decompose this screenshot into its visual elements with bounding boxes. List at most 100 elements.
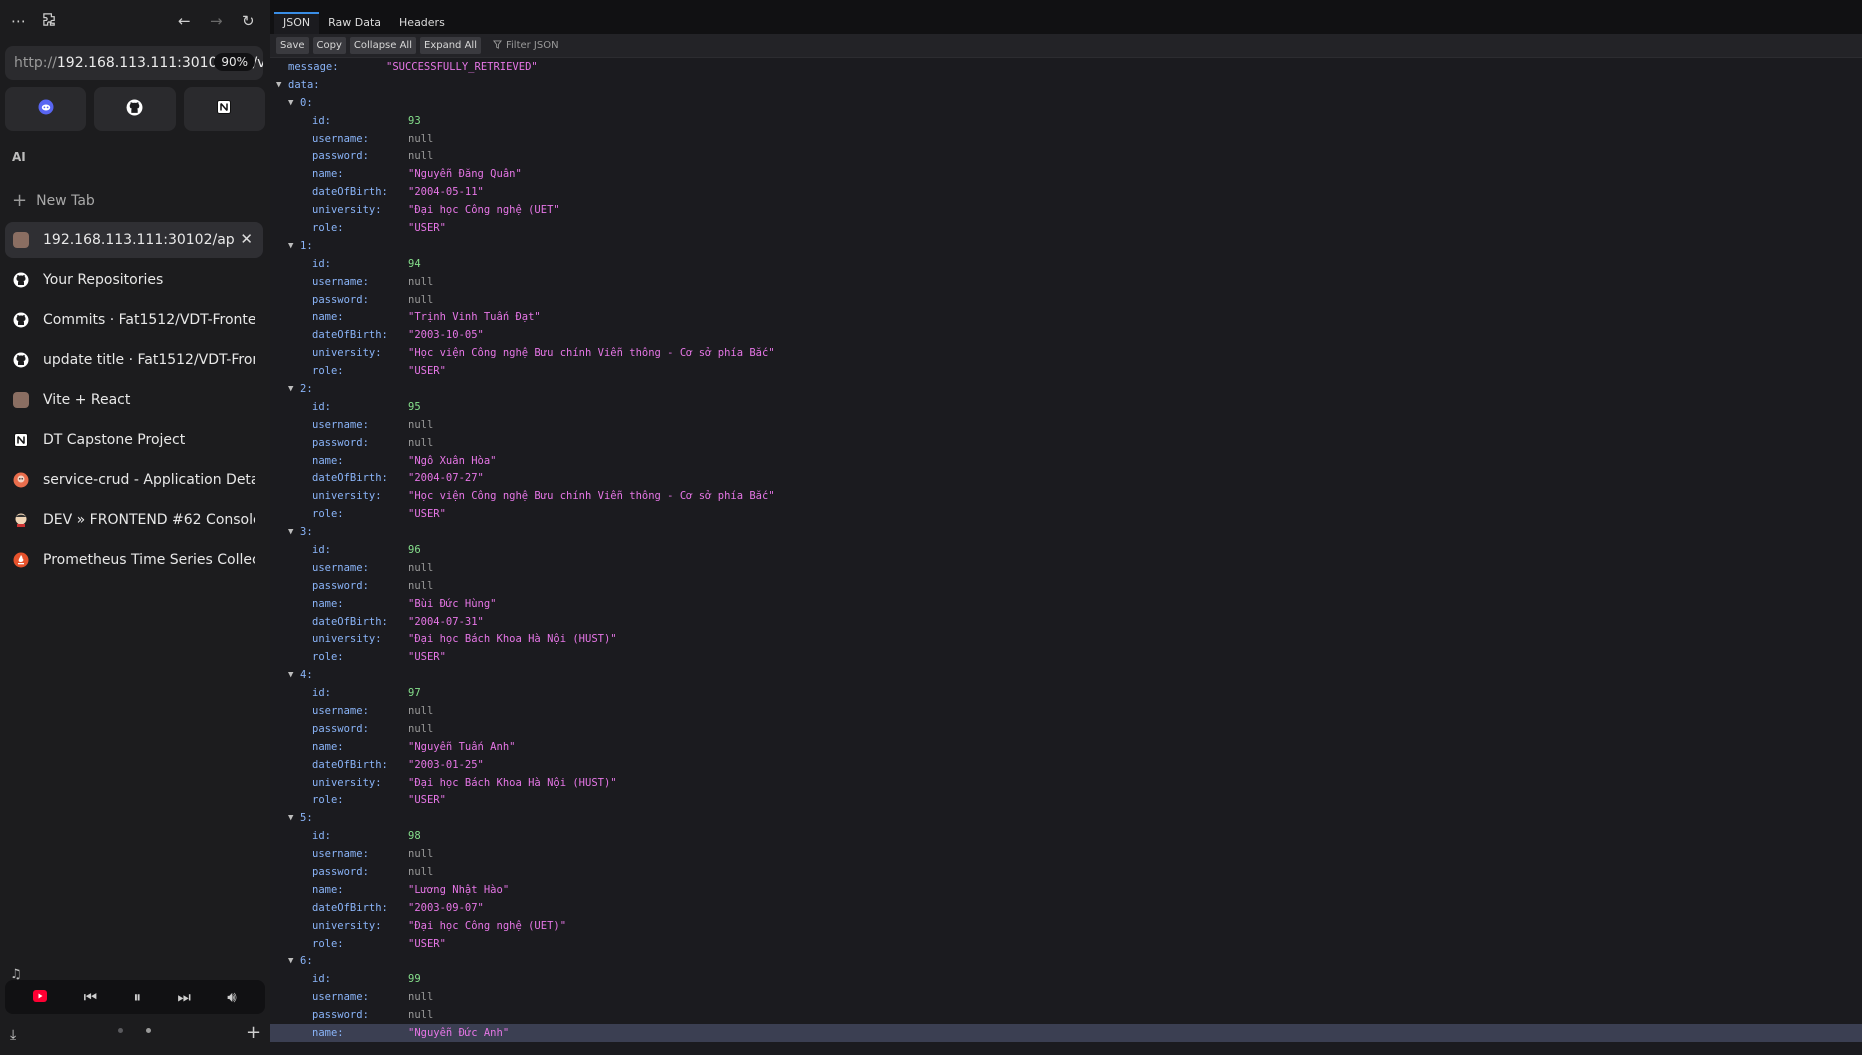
- json-value: null: [408, 132, 434, 145]
- json-key: university:: [312, 919, 382, 932]
- sidebar-tab[interactable]: DEV » FRONTEND #62 Console - Jenkins: [5, 502, 263, 538]
- json-key: id:: [312, 543, 331, 556]
- json-value: "Nguyễn Đăng Quân": [408, 168, 522, 181]
- tab-headers[interactable]: Headers: [390, 12, 454, 34]
- close-icon[interactable]: ✕: [240, 230, 253, 248]
- volume-icon[interactable]: 🔊︎: [227, 988, 236, 1006]
- essential-notion[interactable]: [183, 87, 265, 131]
- json-value: null: [408, 561, 434, 574]
- caret-down-icon[interactable]: ▼: [288, 98, 293, 108]
- reload-icon[interactable]: ↻: [242, 12, 255, 30]
- tab-title: update title · Fat1512/VDT-Frontend: [43, 352, 255, 368]
- extensions-icon[interactable]: [42, 12, 57, 31]
- json-row[interactable]: ▼ 6:: [270, 953, 1862, 971]
- json-row: username: null: [270, 416, 1862, 434]
- json-row[interactable]: ▼ 1:: [270, 237, 1862, 255]
- caret-down-icon[interactable]: ▼: [288, 670, 293, 680]
- json-key: dateOfBirth:: [312, 472, 388, 485]
- tab-title: 192.168.113.111:30102/api/v: [43, 232, 235, 248]
- json-value: "USER": [408, 937, 446, 950]
- json-value: "Đại học Bách Khoa Hà Nội (HUST)": [408, 633, 617, 646]
- download-icon[interactable]: ⤓: [10, 1027, 16, 1043]
- json-row: dateOfBirth: "2004-07-27": [270, 469, 1862, 487]
- json-value: null: [408, 436, 434, 449]
- caret-down-icon[interactable]: ▼: [288, 813, 293, 823]
- prometheus-icon: [13, 552, 29, 568]
- json-row: username: null: [270, 130, 1862, 148]
- json-value: "USER": [408, 221, 446, 234]
- sidebar-tab[interactable]: Vite + React: [5, 382, 263, 418]
- filter-icon: [492, 39, 502, 52]
- workspace-dot-icon[interactable]: [118, 1028, 123, 1033]
- tab-json[interactable]: JSON: [274, 12, 320, 34]
- json-value: "USER": [408, 651, 446, 664]
- json-value: "Bùi Đức Hùng": [408, 597, 497, 610]
- json-row[interactable]: ▼ 3:: [270, 523, 1862, 541]
- json-key: password:: [312, 579, 369, 592]
- caret-down-icon[interactable]: ▼: [276, 80, 281, 90]
- zoom-badge[interactable]: 90%: [214, 53, 255, 71]
- essential-discord[interactable]: [5, 87, 87, 131]
- github-icon: [13, 312, 29, 328]
- json-row[interactable]: ▼ 2:: [270, 380, 1862, 398]
- json-value: null: [408, 866, 434, 879]
- more-icon[interactable]: ⋯: [11, 12, 26, 30]
- workspace-dot-active-icon[interactable]: [146, 1028, 151, 1033]
- filter-json-input[interactable]: Filter JSON: [492, 39, 559, 52]
- tab-title: Your Repositories: [43, 272, 164, 288]
- json-key: role:: [312, 651, 344, 664]
- json-key: id:: [312, 973, 331, 986]
- forward-icon[interactable]: →: [210, 12, 223, 30]
- json-value: "Đại học Công nghệ (UET": [408, 204, 560, 217]
- json-value: "Lương Nhật Hào": [408, 883, 510, 896]
- caret-down-icon[interactable]: ▼: [288, 384, 293, 394]
- caret-down-icon[interactable]: ▼: [288, 241, 293, 251]
- media-controls: ⏮ ⏸ ⏭ 🔊︎: [5, 980, 265, 1014]
- sidebar-tab[interactable]: 192.168.113.111:30102/api/v ✕: [5, 222, 263, 258]
- back-icon[interactable]: ←: [178, 12, 191, 30]
- sidebar-tab[interactable]: DT Capstone Project: [5, 422, 263, 458]
- json-row: name: "Nguyễn Tuấn Anh": [270, 738, 1862, 756]
- json-key: username:: [312, 848, 369, 861]
- sidebar-tab[interactable]: Commits · Fat1512/VDT-Frontend: [5, 302, 263, 338]
- json-row[interactable]: ▼ data:: [270, 76, 1862, 94]
- url-bar[interactable]: http:// 192.168.113.111:30102/api/v 90%: [5, 46, 263, 80]
- next-track-icon[interactable]: ⏭: [177, 988, 191, 1006]
- save-button[interactable]: Save: [276, 37, 309, 54]
- sidebar-tab[interactable]: update title · Fat1512/VDT-Frontend: [5, 342, 263, 378]
- json-row: id: 99: [270, 970, 1862, 988]
- json-key: university:: [312, 633, 382, 646]
- previous-track-icon[interactable]: ⏮: [84, 988, 98, 1006]
- json-value: "Nguyễn Tuấn Anh": [408, 740, 516, 753]
- essential-github[interactable]: [94, 87, 176, 131]
- youtube-icon: [33, 988, 48, 1006]
- json-row: university: "Đại học Công nghệ (UET": [270, 201, 1862, 219]
- caret-down-icon[interactable]: ▼: [288, 527, 293, 537]
- sidebar-tab[interactable]: Prometheus Time Series Collection: [5, 542, 263, 578]
- collapse-all-button[interactable]: Collapse All: [349, 37, 416, 54]
- caret-down-icon[interactable]: ▼: [288, 956, 293, 966]
- sidebar-tab[interactable]: Your Repositories: [5, 262, 263, 298]
- add-workspace-icon[interactable]: +: [246, 1022, 261, 1043]
- json-value: null: [408, 418, 434, 431]
- json-key: role:: [312, 937, 344, 950]
- json-row[interactable]: ▼ 0:: [270, 94, 1862, 112]
- sidebar-tab[interactable]: service-crud - Application Details: [5, 462, 263, 498]
- discord-icon: [38, 99, 54, 119]
- json-row[interactable]: ▼ 4:: [270, 666, 1862, 684]
- expand-all-button[interactable]: Expand All: [420, 37, 481, 54]
- json-row: role: "USER": [270, 362, 1862, 380]
- sidebar-toolbar: ⋯ ← → ↻: [0, 0, 270, 44]
- json-index: 4:: [300, 669, 313, 682]
- new-tab-button[interactable]: + New Tab: [12, 190, 95, 211]
- tab-raw-data[interactable]: Raw Data: [319, 12, 390, 34]
- json-value: 94: [408, 257, 421, 270]
- copy-button[interactable]: Copy: [312, 37, 346, 54]
- github-icon: [13, 352, 29, 368]
- tab-list: 192.168.113.111:30102/api/v ✕ Your Repos…: [5, 222, 263, 582]
- pause-icon[interactable]: ⏸: [133, 988, 141, 1006]
- json-row: password: null: [270, 147, 1862, 165]
- json-row: dateOfBirth: "2003-09-07": [270, 899, 1862, 917]
- generic-icon: [13, 232, 29, 248]
- json-row[interactable]: ▼ 5:: [270, 809, 1862, 827]
